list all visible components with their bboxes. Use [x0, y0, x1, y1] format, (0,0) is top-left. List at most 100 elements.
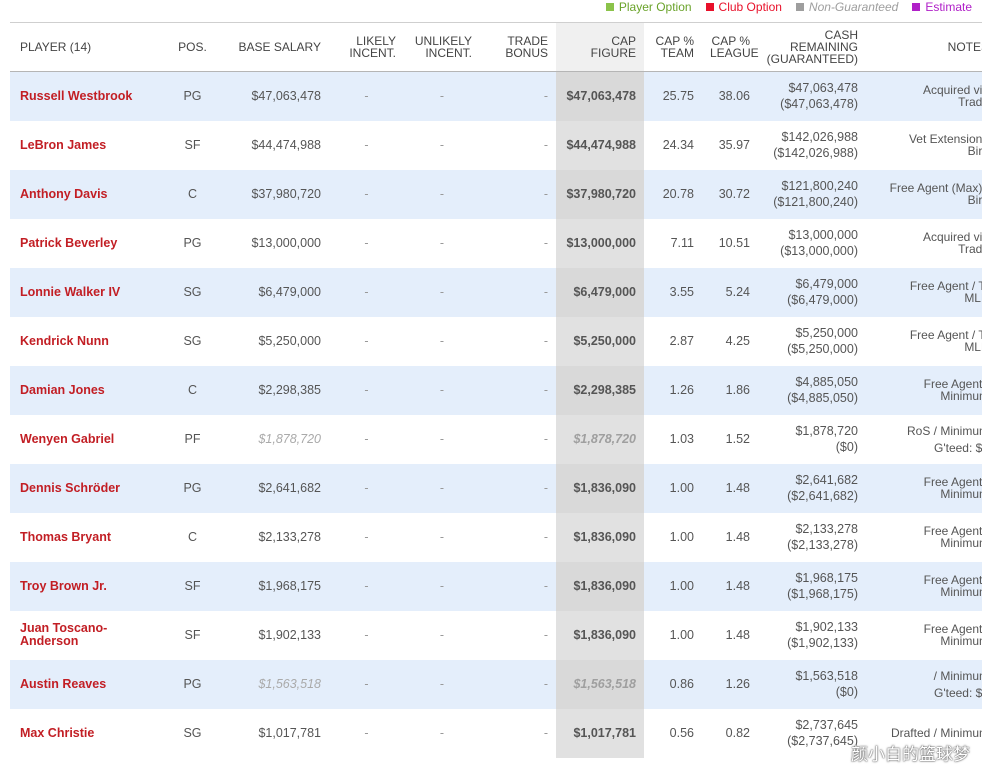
notes-cell: Vet Extension /Bird — [866, 121, 982, 170]
trade-bonus-cell: - — [543, 186, 548, 201]
player-name-link[interactable]: Troy Brown Jr. — [10, 562, 170, 611]
cash-guaranteed-value: ($13,000,000) — [780, 244, 858, 258]
cap-percent-team-cell: 1.00 — [669, 578, 694, 593]
trade-bonus-cell: - — [543, 431, 548, 446]
table-row: Russell Westbrook PG $47,063,478- - - $47,063… — [10, 71, 982, 121]
player-name-link[interactable]: LeBron James — [10, 121, 170, 170]
position-cell: C — [187, 186, 198, 201]
table-header-row: PLAYER (14) POS. BASE SALARY LIKELY INCE… — [10, 22, 982, 72]
cash-guaranteed-value: ($0) — [835, 440, 858, 454]
position-cell: PG — [183, 676, 202, 691]
unlikely-incentives-cell: - — [439, 284, 445, 299]
likely-incentives-cell: - — [364, 235, 369, 250]
cash-remaining-cell: $2,641,682 ($2,641,682) — [758, 464, 866, 513]
cash-remaining-value: $121,800,240 — [781, 179, 858, 193]
player-name-link[interactable]: Austin Reaves — [10, 660, 170, 709]
cash-guaranteed-value: ($1,968,175) — [787, 587, 858, 601]
header-unlikely-incentives[interactable]: UNLIKELY INCENT. — [404, 22, 480, 72]
cap-percent-team-cell: 1.00 — [669, 529, 694, 544]
notes-line: MLE — [964, 291, 982, 305]
base-salary-cell: $47,063,478 — [251, 88, 321, 103]
notes-cell: Free Agent /Minimum — [866, 464, 982, 513]
cash-remaining-cell: $142,026,988 ($142,026,988) — [758, 121, 866, 170]
header-cash-remaining[interactable]: CASH REMAINING (GUARANTEED) — [758, 22, 866, 72]
trade-bonus-cell: - — [543, 627, 548, 642]
base-salary-cell: $44,474,988 — [251, 137, 321, 152]
player-name-link[interactable]: Damian Jones — [10, 366, 170, 415]
cap-figure-cell: $13,000,000 — [556, 218, 644, 268]
cash-remaining-value: $1,563,518 — [795, 669, 858, 683]
header-player[interactable]: PLAYER (14) — [10, 22, 170, 72]
base-salary-cell: $5,250,000 — [258, 333, 321, 348]
likely-incentives-cell: - — [364, 88, 369, 103]
notes-line: RoS / Minimum — [906, 423, 982, 438]
table-row: Patrick Beverley PG $13,000,000- - - $13,000,… — [10, 218, 982, 268]
likely-incentives-cell: - — [364, 431, 369, 446]
player-name-link[interactable]: Lonnie Walker IV — [10, 268, 170, 317]
cash-remaining-cell: $2,737,645 ($2,737,645) — [758, 709, 866, 758]
header-cap-percent-league[interactable]: CAP % LEAGUE — [702, 22, 759, 72]
cap-figure-cell: $44,474,988 — [556, 120, 644, 170]
legend-item: Non-Guaranteed — [795, 0, 898, 14]
header-trade-bonus[interactable]: TRADE BONUS — [480, 22, 556, 72]
base-salary-cell: $13,000,000 — [251, 235, 321, 250]
cash-remaining-cell: $121,800,240 ($121,800,240) — [758, 170, 866, 219]
player-name-link[interactable]: Patrick Beverley — [10, 219, 170, 268]
player-name-link[interactable]: Thomas Bryant — [10, 513, 170, 562]
cap-percent-league-cell: 4.25 — [725, 333, 750, 348]
trade-bonus-cell: - — [543, 382, 548, 397]
unlikely-incentives-cell: - — [439, 88, 445, 103]
likely-incentives-cell: - — [364, 186, 369, 201]
cap-percent-team-cell: 2.87 — [669, 333, 694, 348]
base-salary-cell: $2,298,385 — [258, 382, 321, 397]
header-likely-incentives[interactable]: LIKELY INCENT. — [329, 22, 404, 72]
cap-percent-team-cell: 1.00 — [669, 480, 694, 495]
position-cell: C — [187, 382, 198, 397]
watermark: 颜小白的篮球梦 — [851, 745, 970, 765]
trade-bonus-cell: - — [543, 480, 548, 495]
position-cell: PG — [183, 88, 202, 103]
player-name-link[interactable]: Wenyen Gabriel — [10, 415, 170, 464]
header-base-salary[interactable]: BASE SALARY — [215, 22, 329, 72]
notes-line: Minimum — [940, 634, 982, 648]
notes-cell: / Minimum G'teed: $0 — [866, 660, 982, 709]
cash-remaining-value: $2,133,278 — [795, 522, 858, 536]
cash-guaranteed-value: ($1,902,133) — [787, 636, 858, 650]
position-cell: SF — [184, 137, 201, 152]
player-name-link[interactable]: Dennis Schröder — [10, 464, 170, 513]
likely-incentives-cell: - — [364, 382, 369, 397]
cap-figure-cell: $47,063,478 — [556, 71, 644, 121]
unlikely-incentives-cell: - — [439, 578, 445, 593]
legend-label: Club Option — [718, 0, 782, 14]
notes-line: / Minimum — [933, 668, 982, 683]
legend-label: Player Option — [618, 0, 692, 14]
cash-remaining-cell: $2,133,278 ($2,133,278) — [758, 513, 866, 562]
cap-percent-league-cell: 1.86 — [725, 382, 750, 397]
player-name-link[interactable]: Anthony Davis — [10, 170, 170, 219]
contract-type-legend: Player Option Club Option Non-Guaranteed Es… — [605, 0, 972, 14]
header-cap-figure[interactable]: CAP FIGURE — [556, 22, 644, 72]
base-salary-cell: $1,017,781 — [258, 725, 321, 740]
table-row: Max Christie SG $1,017,781- - - $1,017,781 0.5… — [10, 708, 982, 758]
cap-percent-league-cell: 1.26 — [725, 676, 750, 691]
header-cap-percent-team[interactable]: CAP % TEAM — [644, 22, 702, 72]
player-name-link[interactable]: Max Christie — [10, 709, 170, 758]
trade-bonus-cell: - — [543, 676, 548, 691]
cash-guaranteed-value: ($5,250,000) — [787, 342, 858, 356]
position-cell: SF — [184, 627, 201, 642]
player-name-link[interactable]: Russell Westbrook — [10, 72, 170, 121]
notes-cell: Free Agent / T-MLE — [866, 268, 982, 317]
cash-remaining-value: $5,250,000 — [795, 326, 858, 340]
cap-percent-team-cell: 25.75 — [662, 88, 694, 103]
cash-guaranteed-value: ($2,133,278) — [787, 538, 858, 552]
header-position[interactable]: POS. — [170, 22, 215, 72]
player-name-link[interactable]: Juan Toscano-Anderson — [10, 611, 170, 660]
trade-bonus-cell: - — [543, 529, 548, 544]
notes-cell: RoS / Minimum G'teed: $0 — [866, 415, 982, 464]
header-notes[interactable]: NOTES — [866, 22, 982, 72]
cap-figure-cell: $1,563,518 — [556, 659, 644, 709]
legend-item: Player Option — [605, 0, 692, 14]
player-name-link[interactable]: Kendrick Nunn — [10, 317, 170, 366]
unlikely-incentives-cell: - — [439, 235, 445, 250]
notes-cell: Free Agent /Minimum — [866, 513, 982, 562]
